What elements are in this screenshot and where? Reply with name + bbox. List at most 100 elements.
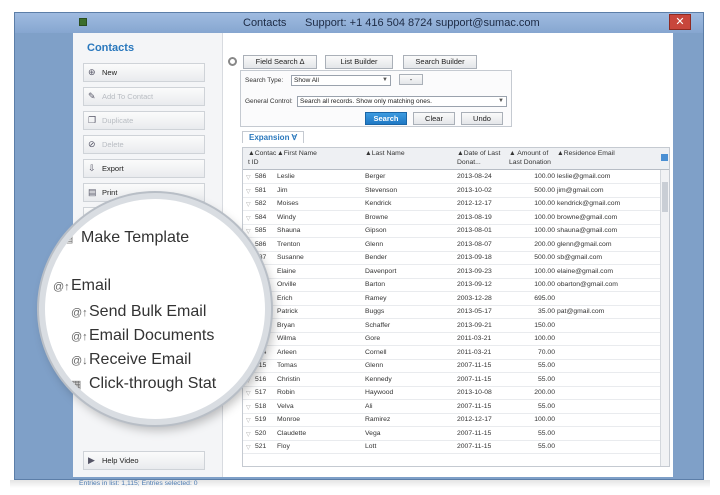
column-chooser-icon[interactable]: [661, 154, 668, 161]
table-cell: 585: [255, 227, 267, 234]
magnifier-callout: ▤ Make Template @↑Email @↑Send Bulk Email @↑…: [39, 193, 271, 425]
column-header[interactable]: ▲Contac t ID: [248, 149, 276, 167]
table-row[interactable]: ▽ 519 Monroe Ramirez 2012-12-17 100.00: [243, 414, 661, 427]
table-cell: Windy: [277, 213, 296, 221]
table-row[interactable]: ▽511PatrickBuggs2013-05-1735.00pat@gmail…: [243, 306, 661, 319]
magnifier-item-send-bulk-email[interactable]: @↑Send Bulk Email: [71, 303, 206, 321]
table-row[interactable]: ▽ 581 Jim Stevenson 2013-10-02 500.00 jim@gmai…: [243, 185, 661, 198]
remove-criteria-button[interactable]: -: [399, 74, 423, 85]
table-cell: Velva: [277, 402, 294, 410]
table-row[interactable]: ▽589OrvilleBarton2013-09-12100.00obarton…: [243, 279, 661, 292]
undo-button[interactable]: Undo: [461, 112, 503, 125]
search-panel: Search Type: Show All ▼ - General Contro…: [240, 70, 512, 127]
table-row[interactable]: ▽ 517 Robin Haywood 2013-10-08 200.00: [243, 387, 661, 400]
table-row[interactable]: ▽514ArleenCornell2011-03-2170.00: [243, 347, 661, 360]
vertical-scrollbar[interactable]: [660, 170, 669, 466]
table-row[interactable]: ▽510ErichRamey2003-12-28695.00: [243, 293, 661, 306]
magnifier-item-receive-email[interactable]: @↓Receive Email: [71, 351, 191, 369]
sidebar-item-duplicate[interactable]: ❐ Duplicate: [83, 111, 205, 130]
table-cell: 70.00: [537, 348, 555, 356]
window-title: Contacts: [243, 17, 287, 29]
table-cell: Cornell: [365, 348, 387, 356]
row-marker-icon: ▽: [246, 229, 251, 235]
magnifier-item-make-template[interactable]: ▤ Make Template: [63, 229, 189, 247]
table-cell: 520: [255, 429, 267, 437]
search-button[interactable]: Search: [365, 112, 407, 125]
table-cell: 2007-11-15: [457, 443, 492, 450]
sidebar-item-add-to-contact[interactable]: ✎ Add To Contact: [83, 87, 205, 106]
table-cell: Elaine: [277, 267, 296, 275]
field-search-button[interactable]: Field Search ∆: [243, 55, 317, 69]
table-cell: Claudette: [277, 429, 307, 437]
table-cell: Bender: [365, 254, 387, 261]
table-cell: pat@gmail.com: [557, 308, 605, 315]
table-cell: Barton: [365, 281, 386, 288]
table-row[interactable]: ▽ 520 Claudette Vega 2007-11-15 55.00: [243, 428, 661, 441]
search-type-select[interactable]: Show All ▼: [291, 75, 391, 86]
table-row[interactable]: ▽513WilmaGore2011-03-21100.00: [243, 333, 661, 346]
column-header[interactable]: ▲Date of Last Donat...: [457, 149, 506, 167]
column-header[interactable]: ▲First Name: [277, 149, 362, 158]
table-header: ▲Contac t ID ▲First Name ▲Last Name ▲Date o…: [243, 148, 669, 170]
table-row[interactable]: ▽515TomasGlenn2007-11-1555.00: [243, 360, 661, 373]
table-cell: 521: [255, 443, 267, 450]
table-cell: 55.00: [537, 443, 555, 450]
clear-button[interactable]: Clear: [413, 112, 455, 125]
column-header[interactable]: ▲Last Name: [365, 149, 454, 158]
table-cell: Ali: [365, 402, 373, 410]
sidebar-item-new[interactable]: ⊕ New: [83, 63, 205, 82]
printer-icon: ▤: [88, 187, 97, 197]
magnifier-item-click-through-stat[interactable]: ▦ Click-through Stat: [71, 375, 216, 393]
close-button[interactable]: ✕: [669, 14, 691, 30]
table-cell: 2013-08-19: [457, 213, 492, 221]
general-control-select[interactable]: Search all records. Show only matching o…: [297, 96, 507, 107]
table-cell: 100.00: [534, 173, 555, 180]
circle-plus-icon: ⊕: [88, 67, 96, 77]
row-marker-icon: ▽: [246, 418, 251, 424]
table-cell: 55.00: [537, 362, 555, 369]
table-row[interactable]: ▽ 582 Moises Kendrick 2012-12-17 100.00 kendri…: [243, 198, 661, 211]
sidebar-item-delete[interactable]: ⊘ Delete: [83, 135, 205, 154]
table-row[interactable]: ▽512BryanSchaffer2013-09-21150.00: [243, 320, 661, 333]
table-cell: 584: [255, 213, 267, 221]
stats-icon: ▦: [71, 379, 82, 391]
list-builder-button[interactable]: List Builder: [325, 55, 393, 69]
column-header[interactable]: ▲ Amount of Last Donation: [509, 149, 554, 167]
expansion-tab[interactable]: Expansion ∀: [242, 131, 305, 143]
table-cell: 2013-08-01: [457, 227, 492, 234]
table-row[interactable]: ▽ 518 Velva Ali 2007-11-15 55.00: [243, 401, 661, 414]
table-cell: 55.00: [537, 375, 555, 383]
export-icon: ⇩: [88, 163, 96, 173]
column-header[interactable]: ▲Residence Email: [557, 149, 657, 158]
sidebar-title: Contacts: [87, 42, 135, 54]
magnifier-item-email[interactable]: @↑Email: [53, 277, 111, 295]
help-video-button[interactable]: ▶ Help Video: [83, 451, 205, 470]
table-row[interactable]: ▽ 585 Shauna Gipson 2013-08-01 100.00 shauna@g…: [243, 225, 661, 238]
sidebar-item-export[interactable]: ⇩ Export: [83, 159, 205, 178]
table-cell: leslie@gmail.com: [557, 173, 611, 180]
magnifier-item-email-documents[interactable]: @↑Email Documents: [71, 327, 214, 345]
table-cell: Berger: [365, 173, 386, 180]
table-cell: 100.00: [534, 281, 555, 288]
scrollbar-thumb[interactable]: [662, 182, 668, 212]
title-bar: Contacts Support: +1 416 504 8724 suppor…: [15, 13, 703, 33]
table-row[interactable]: ▽ 584 Windy Browne 2013-08-19 100.00 browne@gm…: [243, 212, 661, 225]
sidebar-item-label: Export: [102, 164, 124, 173]
table-cell: Gipson: [365, 227, 387, 234]
table-cell: 500.00: [534, 186, 555, 194]
send-email-icon: @↑: [71, 307, 88, 319]
table-row[interactable]: ▽ 516 Christin Kennedy 2007-11-15 55.00: [243, 374, 661, 387]
status-bar: Entries in list: 1,115; Entries selected…: [79, 480, 198, 487]
table-row[interactable]: ▽586TrentonGlenn2013-08-07200.00glenn@gm…: [243, 239, 661, 252]
table-row[interactable]: ▽ 521 Floy Lott 2007-11-15 55.00: [243, 441, 661, 454]
app-icon: [79, 18, 87, 26]
table-row[interactable]: ▽588ElaineDavenport2013-09-23100.00elain…: [243, 266, 661, 279]
table-cell: 695.00: [534, 294, 555, 302]
search-builder-button[interactable]: Search Builder: [403, 55, 477, 69]
table-row[interactable]: ▽587SusanneBender2013-09-18500.00sb@gmai…: [243, 252, 661, 265]
table-row[interactable]: ▽ 586 Leslie Berger 2013-08-24 100.00 leslie@g…: [243, 171, 661, 184]
general-control-label: General Control:: [245, 98, 293, 105]
gear-icon[interactable]: [228, 57, 237, 66]
sidebar-item-label: Print: [102, 188, 118, 197]
table-cell: 2013-05-17: [457, 308, 492, 315]
